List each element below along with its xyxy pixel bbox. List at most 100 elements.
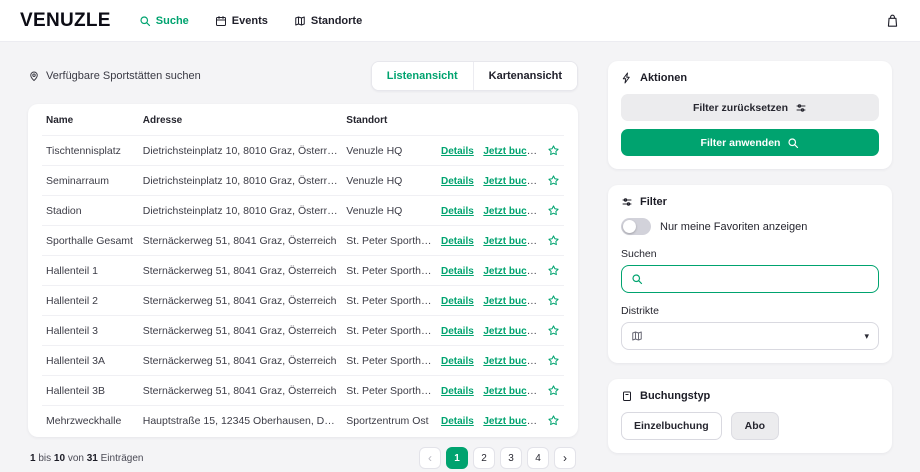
venue-table: Name Adresse Standort Tischtennisplatz D…	[42, 104, 564, 435]
venue-list-section: Verfügbare Sportstätten suchen Listenans…	[28, 61, 578, 472]
booking-type-einzelbuchung[interactable]: Einzelbuchung	[621, 412, 722, 440]
favorite-star-icon[interactable]	[547, 264, 560, 277]
cell-address: Sternäckerweg 51, 8041 Graz, Österreich	[138, 375, 343, 406]
nav-item-events[interactable]: Events	[215, 15, 268, 27]
book-link[interactable]: Jetzt buchen	[483, 355, 541, 367]
chevron-down-icon: ▾	[864, 330, 869, 341]
cell-address: Sternäckerweg 51, 8041 Graz, Österreich	[138, 255, 343, 286]
venuzle-logo[interactable]: VENUZLE	[20, 10, 111, 32]
favorite-star-icon[interactable]	[547, 174, 560, 187]
search-icon	[139, 15, 151, 27]
cell-name: Mehrzweckhalle	[42, 405, 139, 435]
table-row: Tischtennisplatz Dietrichsteinplatz 10, …	[42, 135, 564, 166]
search-input-box[interactable]	[621, 265, 879, 293]
nav-item-suche[interactable]: Suche	[139, 15, 189, 27]
cell-name: Hallenteil 2	[42, 285, 139, 316]
details-link[interactable]: Details	[441, 146, 474, 157]
districts-field-label: Distrikte	[621, 305, 659, 317]
table-header-row: Name Adresse Standort	[42, 104, 564, 136]
cell-location: St. Peter Sporthalle	[342, 315, 437, 346]
column-header-standort: Standort	[346, 115, 388, 126]
column-header-name: Name	[46, 115, 74, 126]
book-link[interactable]: Jetzt buchen	[483, 385, 541, 397]
details-link[interactable]: Details	[441, 236, 474, 247]
sliders-icon	[795, 102, 807, 114]
cell-name: Sporthalle Gesamt	[42, 225, 139, 256]
search-field-input[interactable]	[650, 273, 869, 285]
pagination-prev[interactable]: ‹	[419, 447, 441, 469]
favorite-star-icon[interactable]	[547, 384, 560, 397]
entries-word-entries: Einträgen	[100, 452, 144, 464]
details-link[interactable]: Details	[441, 386, 474, 397]
cell-name: Hallenteil 3A	[42, 345, 139, 376]
book-link[interactable]: Jetzt buchen	[483, 295, 541, 307]
table-row: Mehrzweckhalle Hauptstraße 15, 12345 Obe…	[42, 405, 564, 435]
book-link[interactable]: Jetzt buchen	[483, 415, 541, 427]
favorites-toggle[interactable]	[621, 218, 651, 235]
filter-reset-label: Filter zurücksetzen	[692, 101, 789, 114]
pagination-page-4[interactable]: 4	[527, 447, 549, 469]
cell-location: St. Peter Sporthalle	[342, 375, 437, 406]
filter-apply-button[interactable]: Filter anwenden	[621, 129, 879, 156]
tab-list-view[interactable]: Listenansicht	[371, 62, 473, 90]
book-link[interactable]: Jetzt buchen	[483, 325, 541, 337]
map-icon	[294, 15, 306, 27]
favorite-star-icon[interactable]	[547, 354, 560, 367]
details-link[interactable]: Details	[441, 206, 474, 217]
details-link[interactable]: Details	[441, 296, 474, 307]
favorites-row: Nur meine Favoriten anzeigen	[621, 218, 879, 235]
cell-address: Sternäckerweg 51, 8041 Graz, Österreich	[138, 285, 343, 316]
cart-button[interactable]	[885, 13, 900, 28]
details-link[interactable]: Details	[441, 176, 474, 187]
filter-reset-button[interactable]: Filter zurücksetzen	[621, 94, 879, 121]
favorite-star-icon[interactable]	[547, 294, 560, 307]
list-header: Verfügbare Sportstätten suchen Listenans…	[28, 61, 578, 91]
entries-word-bis: bis	[38, 452, 52, 464]
favorite-star-icon[interactable]	[547, 324, 560, 337]
favorite-star-icon[interactable]	[547, 204, 560, 217]
booking-buttons: Einzelbuchung Abo	[621, 412, 879, 440]
cell-location: St. Peter Sporthalle	[342, 345, 437, 376]
pagination-next[interactable]: ›	[554, 447, 576, 469]
nav-item-standorte[interactable]: Standorte	[294, 15, 362, 27]
sliders-icon	[621, 196, 633, 208]
pagination-page-1[interactable]: 1	[446, 447, 468, 469]
cell-name: Hallenteil 1	[42, 255, 139, 286]
cell-name: Hallenteil 3B	[42, 375, 139, 406]
entries-word-von: von	[67, 452, 84, 464]
details-link[interactable]: Details	[441, 416, 474, 427]
tab-map-view[interactable]: Kartenansicht	[472, 62, 577, 90]
cell-name: Tischtennisplatz	[42, 135, 139, 166]
entries-to: 10	[53, 452, 66, 464]
favorite-star-icon[interactable]	[547, 414, 560, 427]
search-icon	[631, 273, 643, 285]
search-field-label: Suchen	[621, 248, 657, 260]
pagination-page-2[interactable]: 2	[473, 447, 495, 469]
details-link[interactable]: Details	[441, 266, 474, 277]
details-link[interactable]: Details	[441, 356, 474, 367]
favorite-star-icon[interactable]	[547, 234, 560, 247]
cell-name: Hallenteil 3	[42, 315, 139, 346]
entries-from: 1	[30, 452, 36, 464]
booking-icon	[621, 390, 633, 402]
book-link[interactable]: Jetzt buchen	[483, 235, 541, 247]
pagination-page-3[interactable]: 3	[500, 447, 522, 469]
booking-type-card: Buchungstyp Einzelbuchung Abo	[608, 379, 892, 453]
table-row: Hallenteil 3B Sternäckerweg 51, 8041 Gra…	[42, 375, 564, 406]
districts-select[interactable]: ▾	[621, 322, 879, 350]
main-content: Verfügbare Sportstätten suchen Listenans…	[0, 42, 920, 472]
booking-type-abo[interactable]: Abo	[730, 412, 780, 440]
favorites-label: Nur meine Favoriten anzeigen	[660, 220, 808, 233]
book-link[interactable]: Jetzt buchen	[483, 205, 541, 217]
page-title: Verfügbare Sportstätten suchen	[46, 70, 201, 82]
cell-address: Dietrichsteinplatz 10, 8010 Graz, Österr…	[138, 165, 343, 196]
calendar-icon	[215, 15, 227, 27]
details-link[interactable]: Details	[441, 326, 474, 337]
favorite-star-icon[interactable]	[547, 144, 560, 157]
book-link[interactable]: Jetzt buchen	[483, 175, 541, 187]
book-link[interactable]: Jetzt buchen	[483, 265, 541, 277]
table-row: Hallenteil 3A Sternäckerweg 51, 8041 Gra…	[42, 345, 564, 376]
book-link[interactable]: Jetzt buchen	[483, 145, 541, 157]
filter-card: Filter Nur meine Favoriten anzeigen Such…	[608, 185, 892, 363]
venue-table-card: Name Adresse Standort Tischtennisplatz D…	[28, 104, 578, 437]
